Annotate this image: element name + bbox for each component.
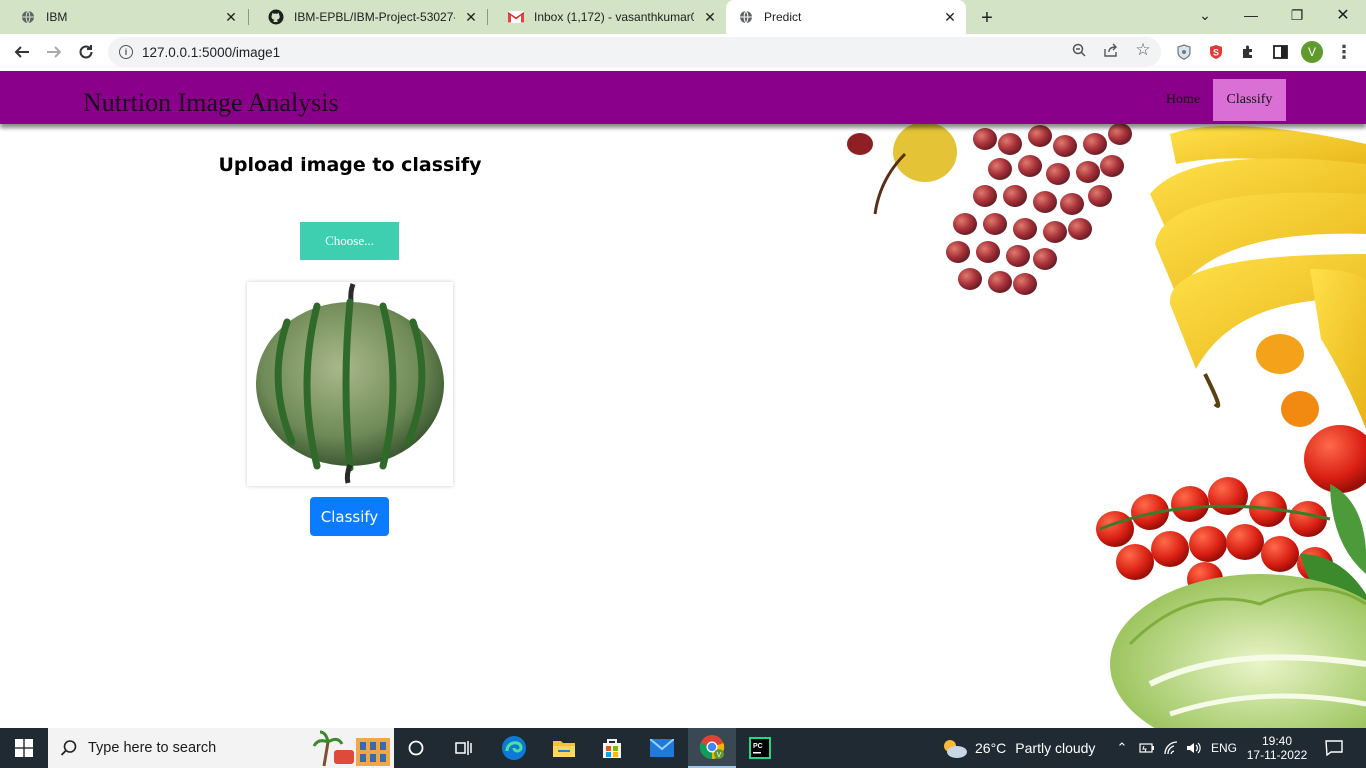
zoom-icon[interactable] — [1070, 41, 1088, 59]
browser-tab-strip: IBM ✕ IBM-EPBL/IBM-Project-53027-16 ✕ In… — [0, 0, 1366, 34]
search-highlight-image — [312, 728, 392, 768]
clock-time: 19:40 — [1261, 734, 1293, 748]
upload-heading: Upload image to classify — [218, 154, 482, 176]
tab-github[interactable]: IBM-EPBL/IBM-Project-53027-16 ✕ — [248, 0, 487, 34]
tab-title: Predict — [764, 10, 802, 24]
arrow-left-icon — [14, 46, 29, 58]
partly-cloudy-icon — [944, 740, 967, 758]
cortana-circle-icon — [408, 740, 424, 756]
extension-s-icon[interactable]: S — [1206, 42, 1226, 62]
windows-logo-icon — [15, 739, 33, 757]
url-text: 127.0.0.1:5000/image1 — [142, 44, 281, 60]
menu-kebab-icon[interactable]: ⋮ — [1334, 42, 1354, 62]
close-icon[interactable]: ✕ — [942, 9, 958, 25]
mail-envelope-icon — [650, 739, 674, 757]
tray-overflow-chevron-icon[interactable]: ⌃ — [1112, 728, 1132, 768]
task-view-button[interactable] — [444, 728, 484, 768]
taskbar-store-button[interactable] — [592, 728, 632, 768]
weather-widget[interactable]: 26°C Partly cloudy — [940, 728, 1100, 768]
chrome-icon: V — [699, 735, 725, 760]
search-placeholder: Type here to search — [88, 740, 217, 756]
reload-button[interactable] — [72, 38, 100, 66]
tab-gmail[interactable]: Inbox (1,172) - vasanthkumar081 ✕ — [488, 0, 726, 34]
svg-text:V: V — [717, 752, 722, 759]
notifications-button[interactable] — [1318, 728, 1350, 768]
choose-file-button[interactable]: Choose... — [300, 222, 399, 260]
site-navbar: Nutrtion Image Analysis Home Classify — [0, 71, 1366, 124]
weather-desc: Partly cloudy — [1015, 740, 1096, 756]
wifi-icon[interactable] — [1161, 728, 1181, 768]
bookmark-star-icon[interactable]: ☆ — [1134, 40, 1152, 59]
tab-ibm[interactable]: IBM ✕ — [0, 0, 247, 34]
new-tab-button[interactable]: + — [976, 7, 998, 29]
volume-icon[interactable] — [1184, 728, 1204, 768]
pycharm-icon: PC — [749, 737, 771, 759]
taskbar-mail-button[interactable] — [642, 728, 682, 768]
image-preview — [247, 282, 453, 486]
side-panel-icon[interactable] — [1270, 42, 1290, 62]
globe-icon — [738, 9, 754, 25]
nav-home-link[interactable]: Home — [1158, 79, 1208, 121]
tab-title: Inbox (1,172) - vasanthkumar081 — [534, 10, 694, 24]
taskbar-chrome-button[interactable]: V — [688, 728, 736, 768]
gmail-icon — [508, 9, 524, 25]
language-indicator[interactable]: ENG — [1208, 728, 1240, 768]
taskbar-pycharm-button[interactable]: PC — [740, 728, 780, 768]
reload-icon — [79, 45, 93, 59]
clock-date: 17-11-2022 — [1246, 748, 1308, 762]
svg-text:PC: PC — [753, 743, 763, 750]
minimize-button[interactable]: — — [1228, 0, 1274, 30]
close-icon[interactable]: ✕ — [702, 9, 718, 25]
folder-icon — [553, 741, 575, 757]
restore-button[interactable]: ❐ — [1274, 0, 1320, 30]
taskbar-search-input[interactable]: Type here to search — [48, 728, 394, 768]
page-content: Upload image to classify Choose... Class… — [0, 124, 1366, 728]
classify-button[interactable]: Classify — [310, 497, 389, 536]
shield-extension-icon[interactable] — [1174, 42, 1194, 62]
profile-avatar[interactable]: V — [1301, 41, 1323, 63]
windows-taskbar: Type here to search V PC 26°C Partly clo… — [0, 728, 1366, 768]
start-button[interactable] — [0, 728, 48, 768]
tab-search-chevron-icon[interactable]: ⌄ — [1182, 0, 1228, 30]
tab-title: IBM — [46, 10, 68, 24]
back-button[interactable] — [8, 38, 36, 66]
taskbar-file-explorer-button[interactable] — [544, 728, 584, 768]
close-icon[interactable]: ✕ — [223, 9, 239, 25]
nav-classify-link[interactable]: Classify — [1213, 79, 1286, 121]
github-icon — [268, 9, 284, 25]
close-window-button[interactable]: ✕ — [1320, 0, 1366, 30]
arrow-right-icon — [47, 46, 62, 58]
close-icon[interactable]: ✕ — [463, 9, 479, 25]
cortana-button[interactable] — [396, 728, 436, 768]
battery-plug-icon[interactable] — [1137, 728, 1157, 768]
store-bag-icon — [603, 739, 621, 758]
svg-text:S: S — [1213, 48, 1219, 58]
info-icon[interactable]: i — [119, 45, 133, 59]
clock[interactable]: 19:40 17-11-2022 — [1244, 728, 1310, 768]
globe-icon — [20, 9, 36, 25]
weather-temp: 26°C — [975, 740, 1007, 756]
task-view-icon — [455, 741, 472, 755]
notification-icon — [1325, 740, 1343, 756]
tab-predict[interactable]: Predict ✕ — [726, 0, 966, 34]
share-icon[interactable] — [1102, 41, 1120, 59]
puzzle-extensions-icon[interactable] — [1238, 42, 1258, 62]
edge-icon — [502, 736, 526, 760]
site-brand[interactable]: Nutrtion Image Analysis — [83, 90, 339, 116]
browser-toolbar: i 127.0.0.1:5000/image1 ☆ S V ⋮ — [0, 34, 1366, 71]
taskbar-edge-button[interactable] — [494, 728, 534, 768]
search-icon — [60, 740, 77, 756]
tab-title: IBM-EPBL/IBM-Project-53027-16 — [294, 10, 455, 24]
watermelon-preview-image — [256, 283, 444, 484]
address-bar[interactable]: i 127.0.0.1:5000/image1 — [108, 37, 1161, 67]
produce-background-image — [700, 124, 1366, 728]
forward-button[interactable] — [40, 38, 68, 66]
